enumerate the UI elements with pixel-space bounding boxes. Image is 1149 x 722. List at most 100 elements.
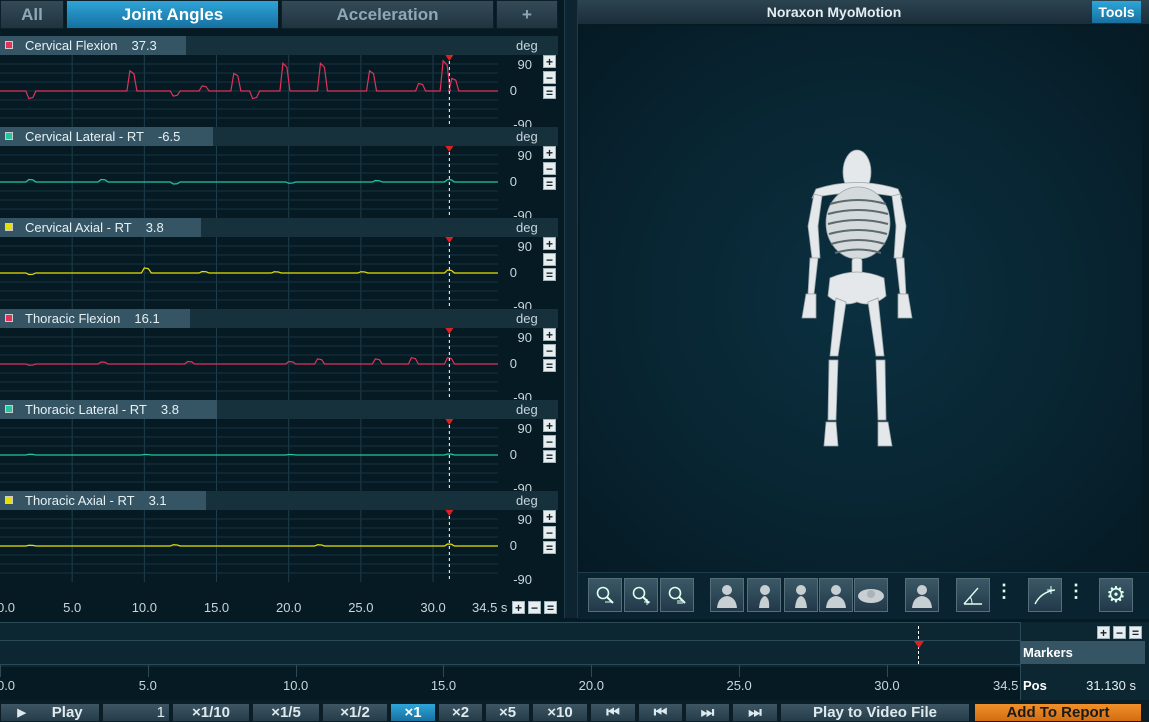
step-forward-button[interactable]: ⏭ [685, 703, 730, 722]
channel-color-swatch [5, 405, 13, 413]
pos-value: 31.130 s [1086, 678, 1136, 693]
timeline-tick [0, 665, 1, 677]
speed-x10[interactable]: ×10 [532, 703, 588, 722]
speed-x5[interactable]: ×5 [485, 703, 530, 722]
channel-zoom-out-button[interactable]: − [543, 435, 556, 448]
channel-zoom-in-button[interactable]: + [543, 328, 556, 341]
channel-zoom-fit-button[interactable]: = [543, 86, 556, 99]
channel-zoom-out-button[interactable]: − [543, 344, 556, 357]
tab-joint-angles[interactable]: Joint Angles [66, 0, 279, 29]
channel-zoom-in-button[interactable]: + [543, 55, 556, 68]
channel-color-swatch [5, 223, 13, 231]
speed-x2[interactable]: ×2 [438, 703, 483, 722]
skip-start-icon: ⏮ [606, 704, 620, 721]
timeline-track[interactable] [0, 622, 1020, 667]
skip-end-button[interactable]: ⏭ [732, 703, 778, 722]
pos-label: Pos [1023, 678, 1047, 693]
viewer-3d-canvas[interactable] [580, 26, 1142, 572]
play-button[interactable]: ▶ Play [0, 703, 100, 722]
top-view-icon[interactable] [854, 578, 888, 612]
channel-color-swatch [5, 314, 13, 322]
right-foot [877, 421, 893, 447]
channel-zoom-in-button[interactable]: + [543, 146, 556, 159]
zoom-out-icon[interactable] [588, 578, 622, 612]
speed-x1-5[interactable]: ×1/5 [252, 703, 320, 722]
zoom-in-icon[interactable] [624, 578, 658, 612]
play-to-video-button[interactable]: Play to Video File [780, 703, 970, 722]
channel-plot[interactable] [0, 328, 498, 400]
viewer-title: Noraxon MyoMotion [766, 4, 902, 20]
channel-zoom-fit-button[interactable]: = [543, 541, 556, 554]
channel-header[interactable]: Cervical Axial - RT 3.8 [0, 218, 201, 237]
channel-header[interactable]: Cervical Flexion 37.3 [0, 36, 186, 55]
x-zoom-fit-button[interactable]: = [544, 601, 557, 614]
front-view-icon[interactable] [710, 578, 744, 612]
channel-zoom-fit-button[interactable]: = [543, 450, 556, 463]
y-max-label: 90 [517, 239, 532, 254]
side-view-icon[interactable] [747, 578, 781, 612]
timeline-tick-label: 0.0 [0, 678, 16, 693]
cursor-marker [445, 419, 454, 425]
skeleton-view-icon[interactable] [905, 578, 939, 612]
speed-x1[interactable]: ×1 [390, 703, 436, 722]
channel-zoom-in-button[interactable]: + [543, 510, 556, 523]
step-forward-icon: ⏭ [700, 704, 715, 721]
speed-x1-10[interactable]: ×1/10 [172, 703, 250, 722]
x-zoom-in-button[interactable]: + [512, 601, 525, 614]
channel-header[interactable]: Cervical Lateral - RT -6.5 [0, 127, 213, 146]
add-to-report-button[interactable]: Add To Report [974, 703, 1142, 722]
skip-start-button[interactable]: ⏮ [590, 703, 636, 722]
channel-name: Cervical Lateral - RT [25, 129, 144, 144]
cursor-marker [445, 55, 454, 61]
x-tick-label: 0.0 [0, 600, 16, 615]
right-arm [891, 193, 907, 259]
channel-header[interactable]: Thoracic Flexion 16.1 [0, 309, 190, 328]
timeline-end-label: 34.5 [993, 678, 1019, 693]
channel-zoom-in-button[interactable]: + [543, 237, 556, 250]
right-femur [867, 297, 885, 357]
panel-splitter[interactable] [564, 0, 578, 618]
speed-x1-2[interactable]: ×1/2 [322, 703, 388, 722]
tab-add[interactable]: + [496, 0, 558, 29]
channel-header[interactable]: Thoracic Axial - RT 3.1 [0, 491, 206, 510]
back-view-2-icon[interactable] [819, 578, 853, 612]
channel-name: Cervical Axial - RT [25, 220, 132, 235]
back-view-icon[interactable] [784, 578, 818, 612]
gear-icon[interactable]: ⚙ [1099, 578, 1133, 612]
channel-zoom-in-button[interactable]: + [543, 419, 556, 432]
angle-options-icon[interactable]: ⋮ [995, 581, 1013, 602]
curve-options-icon[interactable]: ⋮ [1067, 581, 1085, 602]
timeline-zoom-out-button[interactable]: − [1113, 626, 1126, 639]
curve-icon[interactable] [1028, 578, 1062, 612]
channel-header[interactable]: Thoracic Lateral - RT 3.8 [0, 400, 217, 419]
tab-acceleration[interactable]: Acceleration [281, 0, 494, 29]
right-forearm [895, 257, 907, 295]
timeline-divider-2 [0, 664, 1149, 665]
channel-zoom-fit-button[interactable]: = [543, 268, 556, 281]
channel-plot[interactable] [0, 237, 498, 309]
channel-plot[interactable] [0, 419, 498, 491]
channel-zoom-out-button[interactable]: − [543, 253, 556, 266]
unit-label: deg [516, 311, 538, 326]
channel-plot[interactable] [0, 510, 498, 582]
channel-zoom-fit-button[interactable]: = [543, 177, 556, 190]
tab-all[interactable]: All [0, 0, 64, 29]
channel-zoom-out-button[interactable]: − [543, 162, 556, 175]
channel-trace [0, 59, 498, 100]
channel-zoom-out-button[interactable]: − [543, 71, 556, 84]
unit-label: deg [516, 220, 538, 235]
channel-zoom-out-button[interactable]: − [543, 526, 556, 539]
channel-zoom-fit-button[interactable]: = [543, 359, 556, 372]
left-tibia [827, 359, 839, 421]
zoom-reset-icon[interactable] [660, 578, 694, 612]
angle-icon[interactable] [956, 578, 990, 612]
frame-field[interactable]: 1 [102, 703, 170, 722]
step-back-button[interactable]: ⏮ [638, 703, 683, 722]
channel-plot[interactable] [0, 55, 498, 127]
x-zoom-out-button[interactable]: − [528, 601, 541, 614]
tools-button[interactable]: Tools [1092, 1, 1141, 23]
right-hand [897, 293, 913, 319]
channel-plot[interactable] [0, 146, 498, 218]
timeline-zoom-fit-button[interactable]: = [1129, 626, 1142, 639]
timeline-zoom-in-button[interactable]: + [1097, 626, 1110, 639]
